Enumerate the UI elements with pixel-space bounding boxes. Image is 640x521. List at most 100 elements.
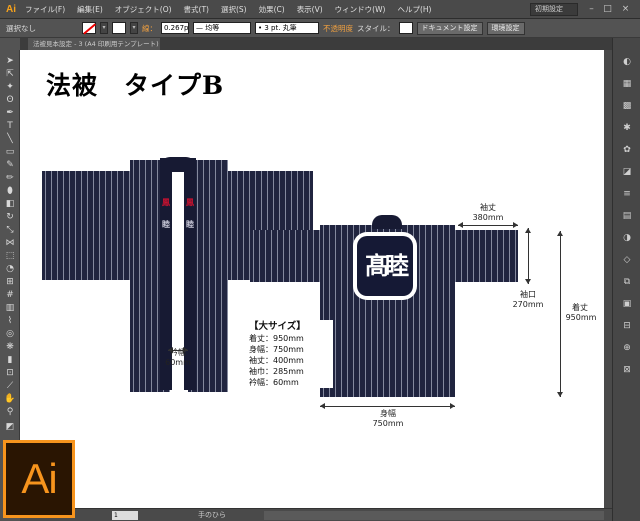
size-line-sleeve-width: 袖巾：285mm bbox=[249, 367, 304, 376]
body-width-label: 身幅 bbox=[380, 409, 396, 418]
rotate-tool-icon[interactable]: ↻ bbox=[3, 212, 17, 223]
size-line-width: 身幅：750mm bbox=[249, 345, 304, 354]
pen-tool-icon[interactable]: ✒ bbox=[3, 108, 17, 119]
close-icon[interactable]: × bbox=[620, 4, 631, 15]
symbols-panel-icon[interactable]: ✿ bbox=[621, 144, 633, 156]
variable-width-profile[interactable]: — 均等 bbox=[193, 22, 251, 34]
artboard-navigation[interactable]: 1 bbox=[112, 511, 138, 520]
hand-tool-icon[interactable]: ✋ bbox=[3, 394, 17, 405]
emblem-text: 髙睦 bbox=[357, 236, 413, 296]
size-line-collar: 衿幅：60mm bbox=[249, 378, 299, 387]
collar-text-right: 睦 bbox=[186, 219, 194, 229]
preferences-button[interactable]: 環境設定 bbox=[486, 21, 525, 35]
menu-type[interactable]: 書式(T) bbox=[178, 4, 215, 15]
menu-object[interactable]: オブジェクト(O) bbox=[109, 4, 178, 15]
direct-selection-tool-icon[interactable]: ⇱ bbox=[3, 69, 17, 80]
artboard-title: 法被 タイプB bbox=[46, 71, 225, 100]
maximize-icon[interactable]: □ bbox=[602, 4, 613, 15]
lasso-tool-icon[interactable]: ʘ bbox=[3, 95, 17, 106]
graphic-styles-icon[interactable]: ◪ bbox=[621, 166, 633, 178]
collar-mark-right: 鳳 bbox=[186, 197, 194, 207]
symbol-sprayer-tool-icon[interactable]: ❋ bbox=[3, 342, 17, 353]
blend-tool-icon[interactable]: ◎ bbox=[3, 329, 17, 340]
perspective-grid-tool-icon[interactable]: ⊞ bbox=[3, 277, 17, 288]
slice-tool-icon[interactable]: ⟋ bbox=[3, 381, 17, 392]
stroke-dropdown-icon[interactable]: ▾ bbox=[130, 22, 138, 34]
eyedropper-tool-icon[interactable]: ⌇ bbox=[3, 316, 17, 327]
menu-effect[interactable]: 効果(C) bbox=[253, 4, 291, 15]
selection-status: 選択なし bbox=[6, 23, 36, 33]
width-tool-icon[interactable]: ⋈ bbox=[3, 238, 17, 249]
gradient-tool-icon[interactable]: ▥ bbox=[3, 303, 17, 314]
fill-dropdown-icon[interactable]: ▾ bbox=[100, 22, 108, 34]
column-graph-tool-icon[interactable]: ▮ bbox=[3, 355, 17, 366]
color-panel-icon[interactable]: ◐ bbox=[621, 56, 633, 68]
artboards-panel-icon[interactable]: ▣ bbox=[621, 298, 633, 310]
length-value: 950mm bbox=[565, 313, 597, 322]
zoom-tool-icon[interactable]: ⚲ bbox=[3, 407, 17, 418]
menu-file[interactable]: ファイル(F) bbox=[19, 4, 71, 15]
sleeve-length-arrow bbox=[458, 222, 518, 228]
menu-window[interactable]: ウィンドウ(W) bbox=[329, 4, 392, 15]
stroke-label[interactable]: 線： bbox=[142, 23, 157, 34]
fill-swatch[interactable] bbox=[82, 22, 96, 34]
collar-width-value: 60mm bbox=[165, 358, 191, 367]
opacity-label[interactable]: 不透明度 bbox=[323, 23, 353, 34]
cuff-arrow bbox=[525, 228, 531, 284]
menu-help[interactable]: ヘルプ(H) bbox=[391, 4, 437, 15]
selection-tool-icon[interactable]: ➤ bbox=[3, 56, 17, 67]
free-transform-tool-icon[interactable]: ⬚ bbox=[3, 251, 17, 262]
minimize-icon[interactable]: – bbox=[586, 4, 597, 15]
body-width-arrow bbox=[320, 403, 455, 409]
style-label: スタイル： bbox=[357, 23, 395, 33]
profile-label: 均等 bbox=[205, 24, 220, 32]
back-left-sleeve bbox=[250, 230, 325, 282]
app-logo-icon: Ai bbox=[6, 3, 16, 15]
type-tool-icon[interactable]: T bbox=[3, 121, 17, 132]
control-bar: 選択なし ▾ ▾ 線： 0.267p — 均等 • 3 pt. 丸筆 不透明度 … bbox=[0, 19, 640, 38]
artboard-tool-icon[interactable]: ⊡ bbox=[3, 368, 17, 379]
style-swatch[interactable] bbox=[398, 22, 413, 34]
brushes-panel-icon[interactable]: ✱ bbox=[621, 122, 633, 134]
rectangle-tool-icon[interactable]: ▭ bbox=[3, 147, 17, 158]
menu-view[interactable]: 表示(V) bbox=[291, 4, 329, 15]
stroke-width-field[interactable]: 0.267p bbox=[161, 22, 189, 34]
mesh-tool-icon[interactable]: # bbox=[3, 290, 17, 301]
scale-tool-icon[interactable]: ⤡ bbox=[3, 225, 17, 236]
document-setup-button[interactable]: ドキュメント設定 bbox=[416, 21, 483, 35]
fill-stroke-icon[interactable]: ◩ bbox=[3, 422, 17, 433]
magic-wand-tool-icon[interactable]: ✦ bbox=[3, 82, 17, 93]
appearance-panel-icon[interactable]: ◇ bbox=[621, 254, 633, 266]
menu-select[interactable]: 選択(S) bbox=[215, 4, 253, 15]
artboard-canvas[interactable]: 法被 タイプB 鳳 鳳 睦 睦 衿幅 60mm 髙睦 【大サイズ】 着丈：950… bbox=[20, 50, 612, 508]
body-width-value: 750mm bbox=[372, 419, 404, 428]
sleeve-length-value: 380mm bbox=[472, 213, 504, 222]
workspace-switcher[interactable]: 初期設定 bbox=[530, 3, 578, 16]
brush-definition[interactable]: • 3 pt. 丸筆 bbox=[255, 22, 319, 34]
cuff-label: 袖口 bbox=[520, 290, 536, 299]
horizontal-scrollbar[interactable] bbox=[264, 511, 604, 520]
transparency-panel-icon[interactable]: ◑ bbox=[621, 232, 633, 244]
eraser-tool-icon[interactable]: ◧ bbox=[3, 199, 17, 210]
blob-brush-tool-icon[interactable]: ⬮ bbox=[3, 186, 17, 197]
gradient-panel-icon[interactable]: ▤ bbox=[621, 210, 633, 222]
color-guide-icon[interactable]: ▦ bbox=[621, 78, 633, 90]
stroke-width-unit: p bbox=[184, 24, 189, 32]
panel-dock: ◐ ▦ ▩ ✱ ✿ ◪ ≡ ▤ ◑ ◇ ⧉ ▣ ⊟ ⊕ ⊠ bbox=[612, 38, 640, 521]
pathfinder-panel-icon[interactable]: ⊕ bbox=[621, 342, 633, 354]
swatches-panel-icon[interactable]: ▩ bbox=[621, 100, 633, 112]
menu-edit[interactable]: 編集(E) bbox=[71, 4, 109, 15]
align-panel-icon[interactable]: ⊟ bbox=[621, 320, 633, 332]
vertical-scrollbar[interactable] bbox=[604, 50, 612, 508]
stroke-swatch[interactable] bbox=[112, 22, 126, 34]
shape-builder-tool-icon[interactable]: ◔ bbox=[3, 264, 17, 275]
transform-panel-icon[interactable]: ⊠ bbox=[621, 364, 633, 376]
back-right-sleeve bbox=[452, 230, 518, 282]
paintbrush-tool-icon[interactable]: ✎ bbox=[3, 160, 17, 171]
line-tool-icon[interactable]: ╲ bbox=[3, 134, 17, 145]
pencil-tool-icon[interactable]: ✏ bbox=[3, 173, 17, 184]
stroke-panel-icon[interactable]: ≡ bbox=[621, 188, 633, 200]
document-tab[interactable]: 法被見本設定 - 3 (A4 印刷用テンプレート) bbox=[28, 38, 160, 50]
layers-panel-icon[interactable]: ⧉ bbox=[621, 276, 633, 288]
front-left-sleeve bbox=[42, 171, 142, 280]
